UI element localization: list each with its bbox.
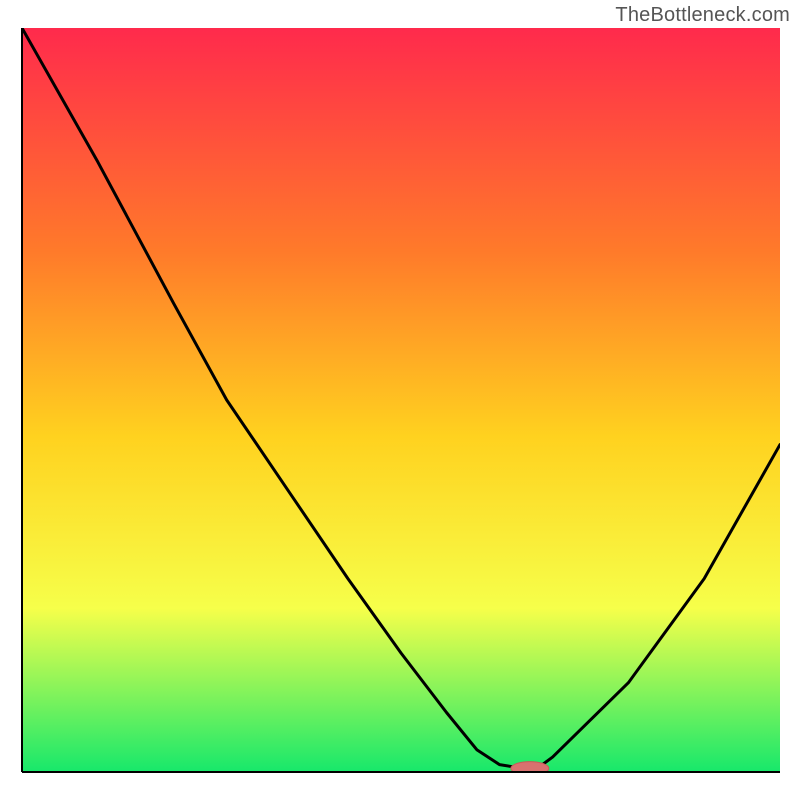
chart-svg: [0, 0, 800, 800]
chart-container: TheBottleneck.com: [0, 0, 800, 800]
gradient-background: [22, 28, 780, 772]
watermark-label: TheBottleneck.com: [615, 4, 790, 27]
